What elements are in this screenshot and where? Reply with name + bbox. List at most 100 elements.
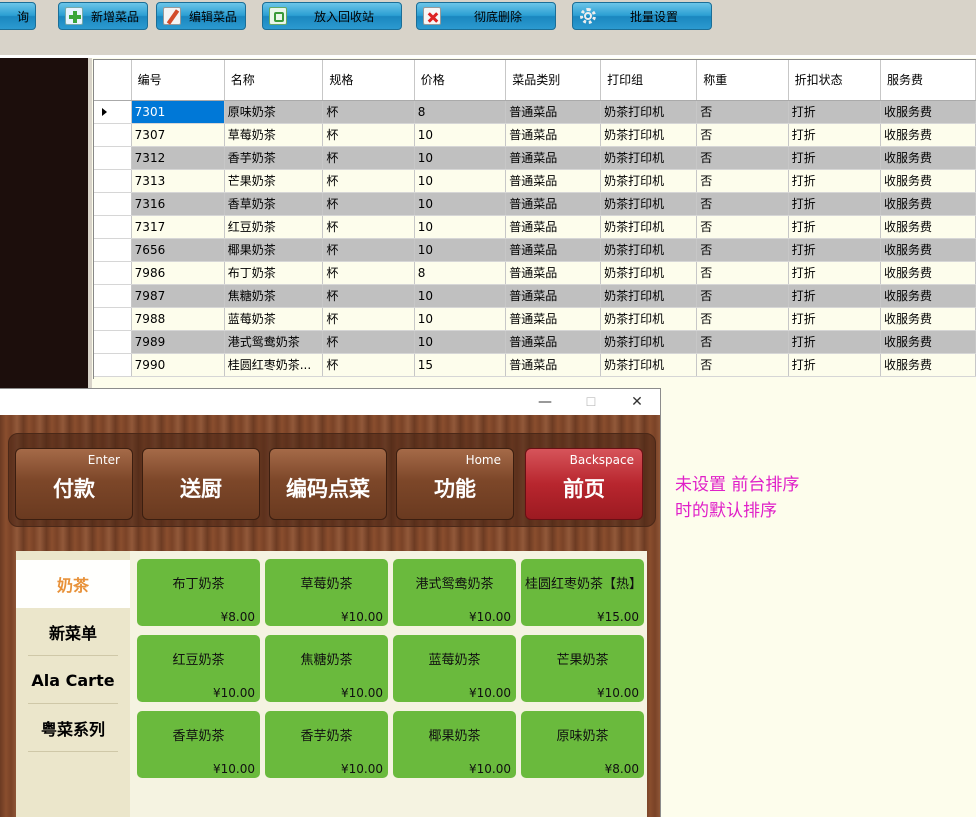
cell-spec[interactable]: 杯	[322, 146, 415, 170]
cell-name[interactable]: 椰果奶茶	[224, 238, 324, 262]
cell-discount[interactable]: 打折	[788, 284, 882, 308]
cell-category[interactable]: 普通菜品	[505, 261, 602, 285]
cell-category[interactable]: 普通菜品	[505, 192, 602, 216]
cell-code[interactable]: 7990	[131, 353, 225, 377]
recycle-button[interactable]: 放入回收站	[262, 2, 402, 30]
cell-print-group[interactable]: 奶茶打印机	[600, 192, 698, 216]
cell-name[interactable]: 红豆奶茶	[224, 215, 324, 239]
cell-code[interactable]: 7307	[131, 123, 225, 147]
code-order-button[interactable]: 编码点菜	[269, 448, 387, 520]
table-row[interactable]: 7986 布丁奶茶杯 8 普通菜品 奶茶打印机否打折 收服务费	[94, 261, 976, 285]
column-header-print-group[interactable]: 打印组	[600, 60, 698, 101]
column-header-spec[interactable]: 规格	[322, 60, 415, 101]
cell-price[interactable]: 10	[414, 169, 507, 193]
cell-name[interactable]: 蓝莓奶茶	[224, 307, 324, 331]
dish-button[interactable]: 芒果奶茶 ¥10.00	[521, 635, 644, 702]
cell-print-group[interactable]: 奶茶打印机	[600, 284, 698, 308]
row-header[interactable]	[94, 307, 132, 331]
cell-name[interactable]: 焦糖奶茶	[224, 284, 324, 308]
cell-price[interactable]: 8	[414, 100, 507, 124]
previous-page-button[interactable]: Backspace 前页	[525, 448, 643, 520]
cell-name[interactable]: 香芋奶茶	[224, 146, 324, 170]
table-row[interactable]: 7317 红豆奶茶杯 10 普通菜品 奶茶打印机否打折 收服务费	[94, 215, 976, 239]
cell-code[interactable]: 7986	[131, 261, 225, 285]
cell-weighing[interactable]: 否	[696, 330, 789, 354]
dish-button[interactable]: 蓝莓奶茶 ¥10.00	[393, 635, 516, 702]
table-row[interactable]: 7988 蓝莓奶茶杯 10 普通菜品 奶茶打印机否打折 收服务费	[94, 307, 976, 331]
cell-service-fee[interactable]: 收服务费	[880, 169, 976, 193]
cell-spec[interactable]: 杯	[322, 238, 415, 262]
table-row[interactable]: 7316 香草奶茶杯 10 普通菜品 奶茶打印机否打折 收服务费	[94, 192, 976, 216]
row-header[interactable]	[94, 215, 132, 239]
cell-discount[interactable]: 打折	[788, 238, 882, 262]
table-row[interactable]: 7313 芒果奶茶杯 10 普通菜品 奶茶打印机否打折 收服务费	[94, 169, 976, 193]
window-titlebar[interactable]: — ☐ ✕	[0, 389, 660, 415]
cell-category[interactable]: 普通菜品	[505, 284, 602, 308]
dish-button[interactable]: 桂圆红枣奶茶【热】 ¥15.00	[521, 559, 644, 626]
row-header[interactable]	[94, 261, 132, 285]
cell-category[interactable]: 普通菜品	[505, 169, 602, 193]
table-row[interactable]: 7307 草莓奶茶杯 10 普通菜品 奶茶打印机否打折 收服务费	[94, 123, 976, 147]
cell-print-group[interactable]: 奶茶打印机	[600, 146, 698, 170]
cell-print-group[interactable]: 奶茶打印机	[600, 353, 698, 377]
table-row[interactable]: 7987 焦糖奶茶杯 10 普通菜品 奶茶打印机否打折 收服务费	[94, 284, 976, 308]
dish-button[interactable]: 港式鸳鸯奶茶 ¥10.00	[393, 559, 516, 626]
cell-name[interactable]: 布丁奶茶	[224, 261, 324, 285]
cell-spec[interactable]: 杯	[322, 169, 415, 193]
cell-name[interactable]: 芒果奶茶	[224, 169, 324, 193]
cell-spec[interactable]: 杯	[322, 215, 415, 239]
cell-code[interactable]: 7312	[131, 146, 225, 170]
cell-weighing[interactable]: 否	[696, 353, 789, 377]
permanent-delete-button[interactable]: 彻底删除	[416, 2, 556, 30]
cell-code[interactable]: 7313	[131, 169, 225, 193]
category-item-ala-carte[interactable]: Ala Carte	[16, 656, 130, 704]
dish-button[interactable]: 焦糖奶茶 ¥10.00	[265, 635, 388, 702]
cell-code[interactable]: 7989	[131, 330, 225, 354]
cell-weighing[interactable]: 否	[696, 100, 789, 124]
table-row[interactable]: 7989 港式鸳鸯奶茶杯 10 普通菜品 奶茶打印机否打折 收服务费	[94, 330, 976, 354]
dish-button[interactable]: 香芋奶茶 ¥10.00	[265, 711, 388, 778]
cell-discount[interactable]: 打折	[788, 261, 882, 285]
cell-spec[interactable]: 杯	[322, 100, 415, 124]
minimize-icon[interactable]: —	[530, 391, 560, 413]
category-item-milk-tea[interactable]: 奶茶	[16, 560, 130, 608]
table-row[interactable]: 7990 桂圆红枣奶茶... 杯 15 普通菜品 奶茶打印机否打折 收服务费	[94, 353, 976, 377]
dish-button[interactable]: 椰果奶茶 ¥10.00	[393, 711, 516, 778]
batch-settings-button[interactable]: 批量设置	[572, 2, 712, 30]
cell-spec[interactable]: 杯	[322, 192, 415, 216]
row-header[interactable]	[94, 353, 132, 377]
cell-category[interactable]: 普通菜品	[505, 123, 602, 147]
cell-code[interactable]: 7301	[131, 100, 225, 124]
cell-print-group[interactable]: 奶茶打印机	[600, 215, 698, 239]
cell-discount[interactable]: 打折	[788, 100, 882, 124]
column-header-name[interactable]: 名称	[224, 60, 324, 101]
query-button[interactable]: 询	[0, 2, 36, 30]
cell-category[interactable]: 普通菜品	[505, 353, 602, 377]
cell-price[interactable]: 10	[414, 123, 507, 147]
category-item-cantonese[interactable]: 粤菜系列	[16, 704, 130, 752]
cell-weighing[interactable]: 否	[696, 146, 789, 170]
table-row[interactable]: 7301 原味奶茶杯 8 普通菜品 奶茶打印机否打折 收服务费	[94, 100, 976, 124]
row-header[interactable]	[94, 238, 132, 262]
cell-price[interactable]: 15	[414, 353, 507, 377]
cell-price[interactable]: 10	[414, 307, 507, 331]
cell-service-fee[interactable]: 收服务费	[880, 100, 976, 124]
cell-code[interactable]: 7987	[131, 284, 225, 308]
column-header-code[interactable]: 编号	[131, 60, 225, 101]
cell-print-group[interactable]: 奶茶打印机	[600, 261, 698, 285]
dish-button[interactable]: 布丁奶茶 ¥8.00	[137, 559, 260, 626]
cell-weighing[interactable]: 否	[696, 284, 789, 308]
cell-spec[interactable]: 杯	[322, 307, 415, 331]
cell-weighing[interactable]: 否	[696, 261, 789, 285]
cell-code[interactable]: 7656	[131, 238, 225, 262]
dish-button[interactable]: 香草奶茶 ¥10.00	[137, 711, 260, 778]
column-header-weighing[interactable]: 称重	[696, 60, 789, 101]
cell-discount[interactable]: 打折	[788, 169, 882, 193]
cell-weighing[interactable]: 否	[696, 215, 789, 239]
cell-category[interactable]: 普通菜品	[505, 307, 602, 331]
cell-price[interactable]: 10	[414, 192, 507, 216]
cell-service-fee[interactable]: 收服务费	[880, 284, 976, 308]
cell-name[interactable]: 桂圆红枣奶茶...	[224, 353, 324, 377]
cell-price[interactable]: 10	[414, 284, 507, 308]
cell-spec[interactable]: 杯	[322, 261, 415, 285]
